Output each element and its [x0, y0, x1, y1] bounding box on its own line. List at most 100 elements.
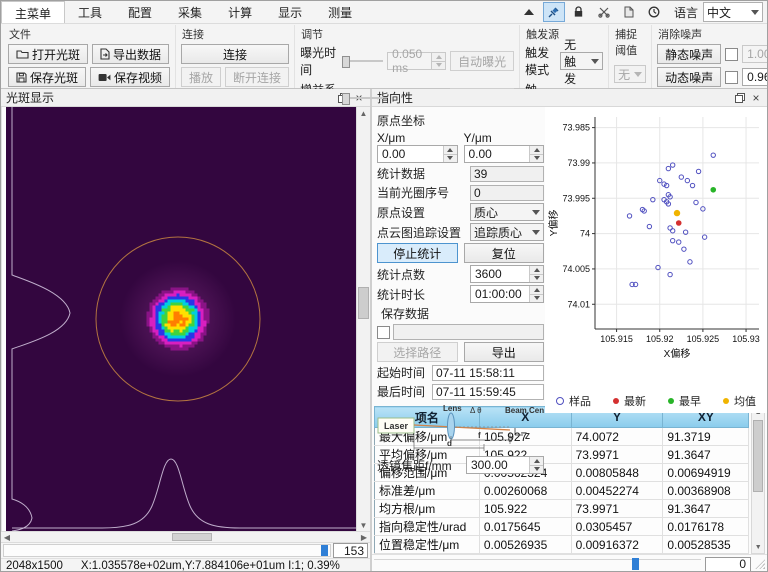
- close-panel-icon[interactable]: ×: [748, 91, 764, 105]
- save-video-button[interactable]: 保存视频: [90, 67, 170, 87]
- points-count-spinner[interactable]: 3600: [470, 265, 544, 283]
- chart-legend: 样品最新最早均值: [545, 393, 767, 409]
- legend-item: 最新: [613, 393, 646, 409]
- legend-marker-icon: [556, 397, 564, 405]
- scroll-up-icon[interactable]: ▲: [357, 107, 370, 119]
- zoom-slider[interactable]: [3, 544, 331, 557]
- table-cell-name: 位置稳定性/μm: [375, 536, 480, 554]
- origin-x-value: 0.00: [378, 146, 443, 162]
- sample-index-thumb[interactable]: [632, 558, 639, 570]
- threshold-value: 无: [618, 66, 630, 83]
- origin-mode-select[interactable]: 质心: [470, 203, 544, 221]
- beam-horizontal-scrollbar[interactable]: ◀ ▶: [1, 531, 370, 542]
- horizontal-scroll-thumb[interactable]: [172, 533, 212, 541]
- exposure-spinner[interactable]: 0.050 ms: [387, 52, 446, 70]
- svg-text:105.92: 105.92: [646, 334, 674, 344]
- stop-statistics-button[interactable]: 停止统计: [377, 243, 458, 263]
- menu-tab-tools[interactable]: 工具: [65, 1, 115, 23]
- save-data-checkbox[interactable]: [377, 326, 390, 339]
- float-panel-icon[interactable]: [732, 91, 748, 105]
- language-select[interactable]: 中文: [703, 2, 763, 22]
- origin-y-spinner[interactable]: 0.00: [464, 145, 545, 163]
- resize-grip[interactable]: [755, 559, 765, 569]
- table-scrollbar[interactable]: ▲ ▼: [751, 406, 765, 554]
- clock-icon[interactable]: [643, 2, 665, 22]
- auto-exposure-button[interactable]: 自动曝光: [450, 51, 514, 71]
- legend-item: 样品: [556, 393, 591, 409]
- pin-icon[interactable]: [543, 2, 565, 22]
- trigger-mode-select[interactable]: 无触发: [560, 52, 603, 70]
- table-cell-y: 0.00452274: [571, 482, 663, 500]
- focal-length-spinner[interactable]: 300.00: [466, 456, 544, 474]
- beam-display-zone: ▲ ▼: [1, 107, 370, 531]
- export-button[interactable]: 导出: [464, 342, 545, 362]
- scroll-down-icon[interactable]: ▼: [357, 519, 370, 531]
- zoom-slider-thumb[interactable]: [321, 545, 328, 556]
- svg-text:X偏移: X偏移: [664, 347, 691, 360]
- static-noise-checkbox[interactable]: [725, 48, 738, 61]
- legend-label: 样品: [569, 393, 591, 409]
- table-cell-y: 73.9971: [571, 446, 663, 464]
- play-button[interactable]: 播放: [181, 67, 221, 87]
- beam-panel-titlebar: 光斑显示 ×: [1, 89, 370, 107]
- dynamic-noise-spinner[interactable]: 0.96: [742, 68, 768, 86]
- table-scroll-thumb[interactable]: [753, 420, 763, 492]
- table-row[interactable]: 位置稳定性/μm0.005269350.009163720.00528535: [375, 536, 749, 554]
- save-path-field[interactable]: [393, 324, 544, 340]
- table-row[interactable]: 指向稳定性/urad0.01756450.03054570.0176178: [375, 518, 749, 536]
- dynamic-noise-value: 0.96: [743, 69, 768, 85]
- collapse-toolbar-icon[interactable]: [518, 2, 540, 22]
- table-row[interactable]: 均方根/μm105.92273.997191.3647: [375, 500, 749, 518]
- group-label-adjust: 调节: [300, 25, 514, 44]
- end-time-label: 最后时间: [377, 383, 429, 400]
- beam-image[interactable]: [6, 107, 356, 531]
- connect-button[interactable]: 连接: [181, 44, 289, 64]
- gain-slider[interactable]: [342, 91, 383, 105]
- scroll-down-icon[interactable]: ▼: [752, 542, 764, 553]
- lock-icon[interactable]: [568, 2, 590, 22]
- menu-tab-main[interactable]: 主菜单: [1, 1, 65, 23]
- dynamic-noise-checkbox[interactable]: [725, 71, 738, 84]
- reset-button[interactable]: 复位: [464, 243, 545, 263]
- menu-tab-measure[interactable]: 测量: [315, 1, 365, 23]
- threshold-select[interactable]: 无: [614, 65, 646, 83]
- menu-tab-display[interactable]: 显示: [265, 1, 315, 23]
- vertical-scroll-thumb[interactable]: [358, 287, 369, 319]
- table-cell-x: 0.00260068: [479, 482, 571, 500]
- disconnect-button[interactable]: 断开连接: [225, 67, 289, 87]
- scroll-left-icon[interactable]: ◀: [1, 532, 13, 542]
- open-spot-button[interactable]: 打开光斑: [8, 44, 88, 64]
- exposure-slider[interactable]: [342, 54, 383, 68]
- static-noise-button[interactable]: 静态噪声: [657, 44, 721, 64]
- static-noise-spinner[interactable]: 1.00: [742, 45, 768, 63]
- menu-tab-acquire[interactable]: 采集: [165, 1, 215, 23]
- choose-path-button[interactable]: 选择路径: [377, 342, 458, 362]
- table-cell-y: 73.9971: [571, 500, 663, 518]
- beam-vertical-scrollbar[interactable]: ▲ ▼: [356, 107, 370, 531]
- menu-tab-config[interactable]: 配置: [115, 1, 165, 23]
- image-resolution: 2048x1500: [6, 560, 63, 572]
- table-row[interactable]: 标准差/μm0.002600680.004522740.00368908: [375, 482, 749, 500]
- menu-bar: 主菜单 工具 配置 采集 计算 显示 测量: [1, 1, 767, 24]
- save-spot-button[interactable]: 保存光斑: [8, 67, 86, 87]
- aperture-index-value: 0: [470, 185, 544, 201]
- scissors-icon[interactable]: [593, 2, 615, 22]
- group-label-denoise: 消除噪声: [657, 25, 768, 44]
- exposure-value: 0.050 ms: [388, 53, 431, 69]
- trace-mode-select[interactable]: 追踪质心: [470, 223, 544, 241]
- origin-x-spinner[interactable]: 0.00: [377, 145, 458, 163]
- menu-tab-compute[interactable]: 计算: [215, 1, 265, 23]
- duration-spinner[interactable]: 01:00:00: [470, 285, 544, 303]
- origin-mode-value: 质心: [474, 204, 498, 221]
- save-video-label: 保存视频: [114, 69, 162, 86]
- scroll-right-icon[interactable]: ▶: [358, 532, 370, 542]
- start-time-label: 起始时间: [377, 364, 429, 381]
- export-data-button[interactable]: 导出数据: [92, 44, 169, 64]
- sample-index-slider[interactable]: [374, 559, 701, 570]
- table-cell-name: 指向稳定性/urad: [375, 518, 480, 536]
- table-cell-xy: 0.00528535: [663, 536, 749, 554]
- save-file-icon[interactable]: [618, 2, 640, 22]
- dynamic-noise-button[interactable]: 动态噪声: [657, 67, 721, 87]
- save-spot-label: 保存光斑: [30, 69, 78, 86]
- static-noise-value: 1.00: [743, 46, 768, 62]
